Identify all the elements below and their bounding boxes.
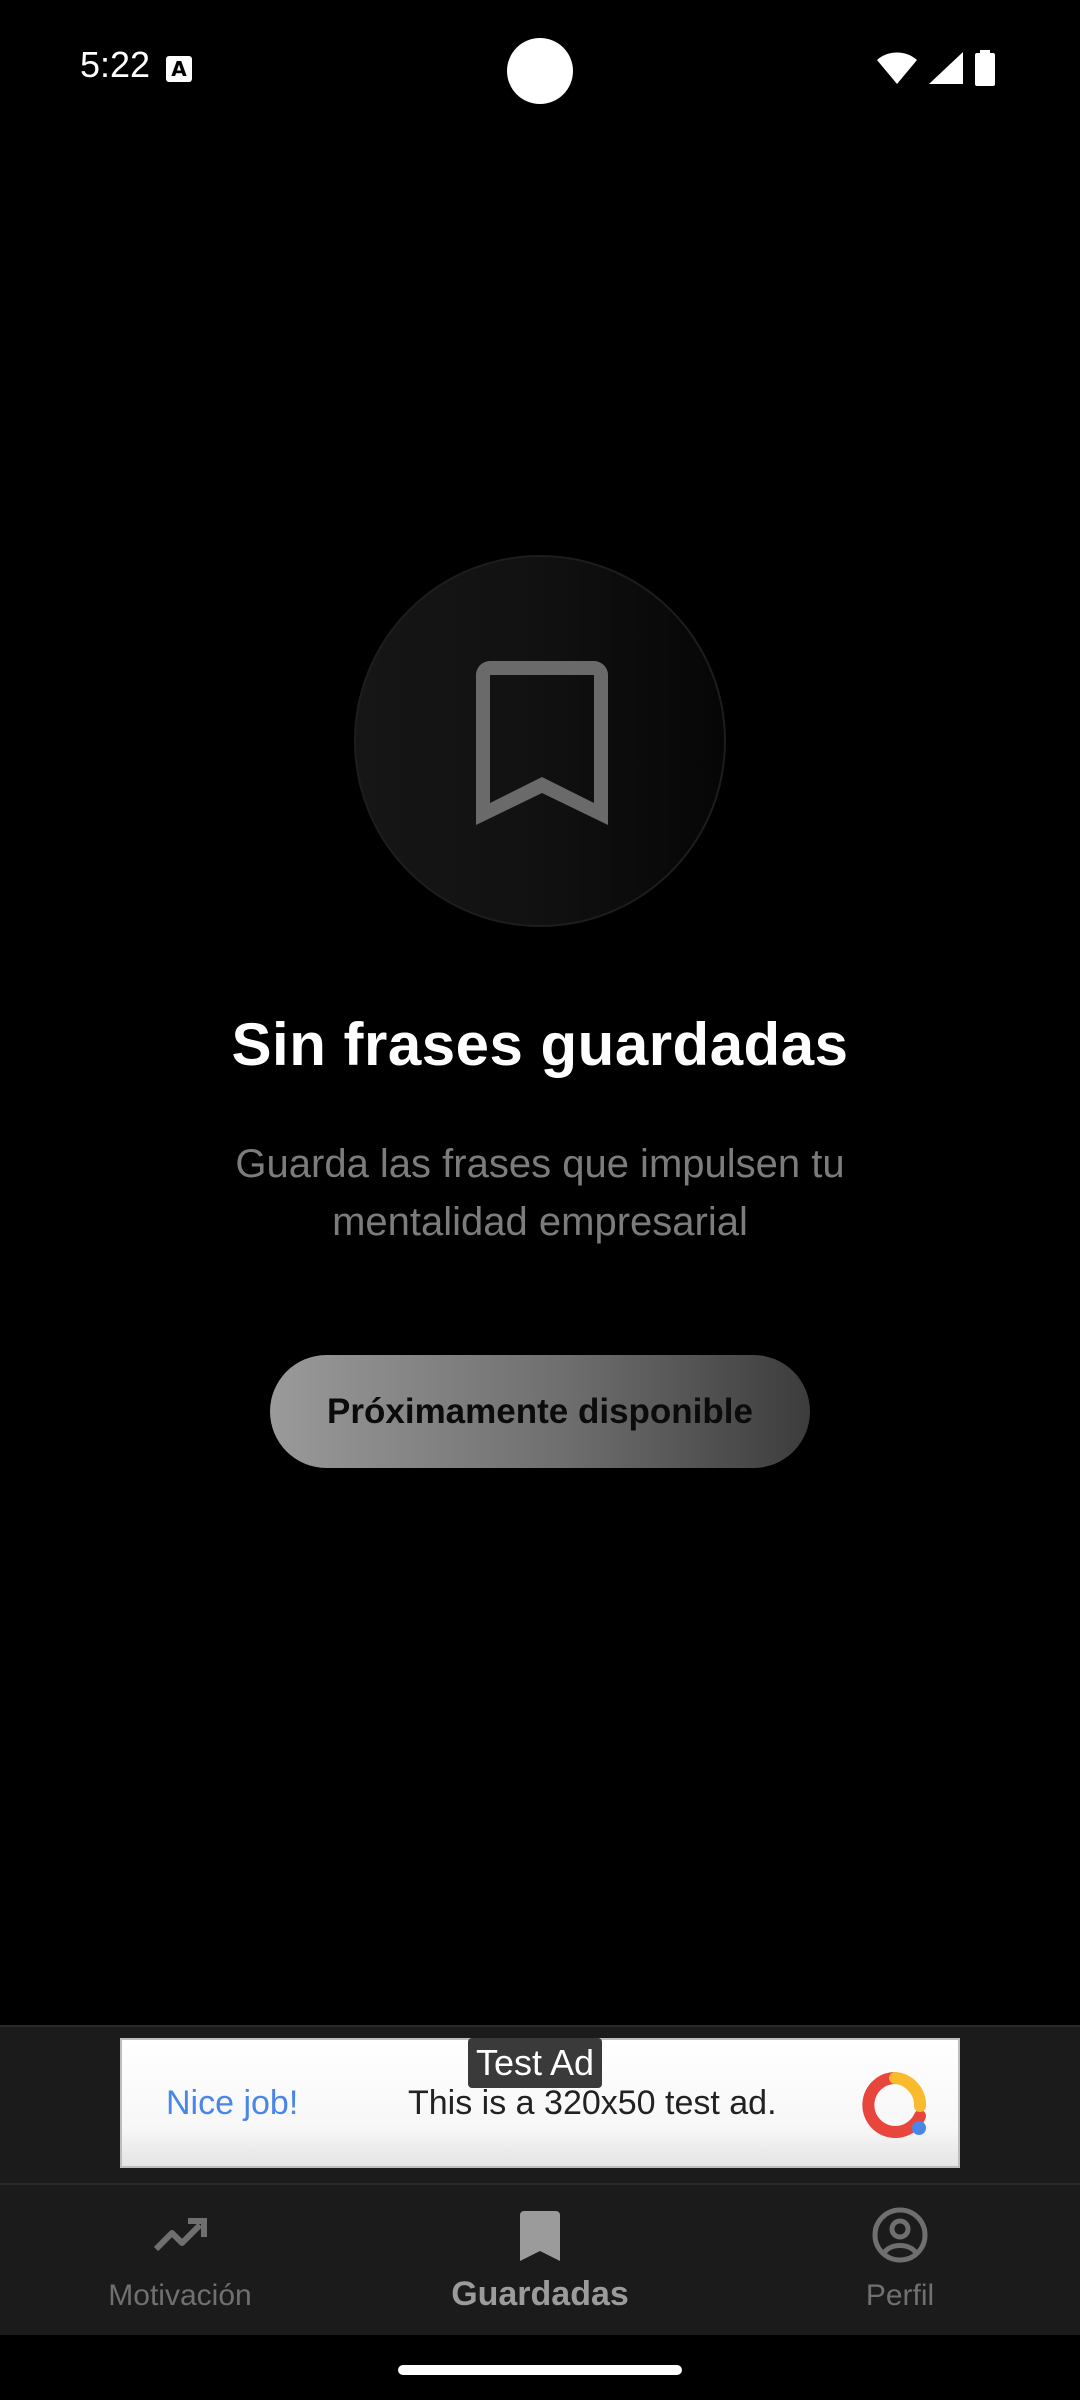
empty-state-title: Sin frases guardadas (231, 1011, 849, 1078)
ad-body: This is a 320x50 test ad. (408, 2084, 777, 2122)
admob-logo-icon (862, 2072, 926, 2138)
test-ad-label: Test Ad (468, 2038, 603, 2088)
bookmark-icon (520, 2211, 560, 2261)
trending-up-icon (153, 2218, 207, 2252)
tab-perfil[interactable]: Perfil (750, 2205, 1050, 2313)
signal-icon (929, 52, 963, 84)
account-circle-icon (872, 2207, 928, 2263)
bookmark-icon (476, 661, 608, 825)
tab-perfil-label: Perfil (865, 2279, 935, 2312)
status-bar: 5:22 A (0, 0, 1080, 140)
a-icon: A (166, 56, 192, 82)
bottom-nav: Motivación Guardadas Perfil (0, 2183, 1080, 2335)
tab-motivacion[interactable]: Motivación (30, 2205, 330, 2313)
status-time: 5:22 (80, 44, 151, 85)
tab-guardadas[interactable]: Guardadas (390, 2205, 690, 2314)
home-indicator[interactable] (398, 2365, 682, 2375)
battery-icon (975, 50, 995, 86)
tab-guardadas-label: Guardadas (451, 2275, 629, 2313)
coming-soon-button[interactable]: Próximamente disponible (270, 1355, 810, 1468)
empty-state-subtitle: Guarda las frases que impulsen tu mental… (235, 1142, 845, 1244)
camera-cutout (507, 38, 573, 104)
wifi-icon (877, 52, 917, 84)
empty-state-icon-circle (354, 555, 726, 927)
ad-headline: Nice job! (166, 2084, 299, 2122)
status-icons (876, 50, 996, 86)
screen: 5:22 A Sin frases guardadas Guarda las f… (0, 0, 1080, 2400)
tab-motivacion-label: Motivación (108, 2279, 252, 2312)
